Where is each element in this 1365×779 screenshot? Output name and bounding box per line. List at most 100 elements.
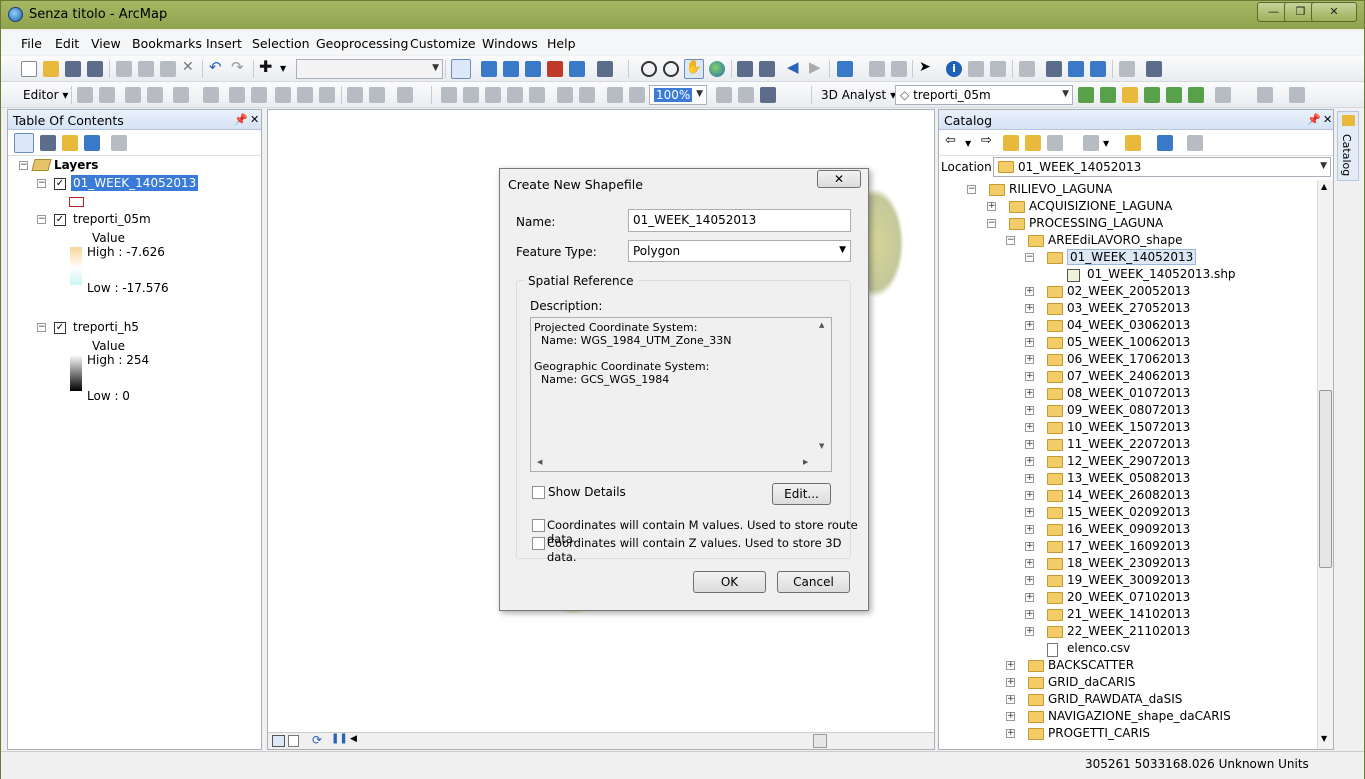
add-data-dropdown-icon[interactable]: ▼ [280, 64, 286, 73]
toggle-tree-icon[interactable] [1157, 135, 1173, 151]
dialog-close-button[interactable]: ✕ [817, 170, 861, 188]
add-data-icon[interactable]: ✚ [259, 57, 275, 76]
edit-button[interactable]: Edit... [772, 483, 831, 505]
go-to-xy-icon[interactable] [1090, 61, 1106, 77]
create-features-icon[interactable] [397, 87, 413, 103]
show-details-checkbox[interactable] [532, 486, 545, 499]
georef-icon-3[interactable] [485, 87, 501, 103]
expand-icon[interactable]: + [1025, 474, 1034, 483]
list-by-drawing-order-icon[interactable] [14, 133, 34, 153]
views-dropdown-icon[interactable]: ▼ [1103, 139, 1109, 148]
print-icon[interactable] [87, 61, 103, 77]
straight-segment-icon[interactable] [125, 87, 141, 103]
desc-scroll-up-icon[interactable]: ▲ [819, 321, 824, 329]
expand-icon[interactable]: + [1025, 457, 1034, 466]
ok-button[interactable]: OK [693, 571, 766, 593]
forward-arrow-icon[interactable]: ⇨ [981, 133, 997, 149]
expand-icon[interactable]: + [1025, 423, 1034, 432]
back-extent-icon[interactable]: ◀ [787, 58, 803, 76]
expand-icon[interactable]: + [1025, 610, 1034, 619]
close-icon[interactable]: ✕ [250, 113, 259, 126]
feature-type-select[interactable]: Polygon ▼ [628, 240, 851, 262]
hyperlink-icon[interactable] [968, 61, 984, 77]
close-icon[interactable]: ✕ [1323, 113, 1332, 126]
layout-view-icon[interactable] [288, 735, 299, 747]
select-pointer-icon[interactable]: ➤ [919, 59, 935, 75]
expand-icon[interactable]: − [1025, 253, 1034, 262]
menu-windows[interactable]: Windows [482, 36, 538, 51]
connect-folder-icon[interactable] [1047, 135, 1063, 151]
toc-icon[interactable] [481, 61, 497, 77]
model-builder-icon[interactable] [597, 61, 613, 77]
full-extent-globe-icon[interactable] [709, 61, 725, 77]
expand-icon[interactable]: + [1025, 440, 1034, 449]
catalog-side-tab[interactable]: Catalog [1337, 111, 1359, 181]
menu-customize[interactable]: Customize [410, 36, 476, 51]
catalog-item-label[interactable]: 01_WEEK_14052013.shp [1087, 267, 1236, 281]
location-combo[interactable]: 01_WEEK_14052013 ▼ [993, 157, 1331, 177]
menu-edit[interactable]: Edit [55, 36, 79, 51]
vertical-scrollbar[interactable]: ▲ ▼ [1317, 180, 1333, 749]
desc-scroll-down-icon[interactable]: ▼ [819, 442, 824, 450]
catalog-item-label[interactable]: 05_WEEK_10062013 [1067, 335, 1190, 349]
edit-tool-icon[interactable] [77, 87, 93, 103]
edit-vertices-icon[interactable] [229, 87, 245, 103]
identify-icon[interactable]: i [946, 61, 962, 77]
catalog-item-label[interactable]: 20_WEEK_07102013 [1067, 590, 1190, 604]
catalog-item-label[interactable]: RILIEVO_LAGUNA [1009, 182, 1112, 196]
catalog-item-label[interactable]: NAVIGAZIONE_shape_daCARIS [1048, 709, 1231, 723]
menu-bookmarks[interactable]: Bookmarks [132, 36, 202, 51]
zoom-in-icon[interactable] [641, 61, 657, 77]
expand-icon[interactable]: + [1025, 576, 1034, 585]
catalog-item-label[interactable]: 15_WEEK_02092013 [1067, 505, 1190, 519]
horizontal-scroll-thumb[interactable] [813, 734, 827, 748]
delete-icon[interactable]: ✕ [182, 59, 198, 75]
expand-icon[interactable]: + [1025, 542, 1034, 551]
expand-icon[interactable]: + [1025, 287, 1034, 296]
layer-name[interactable]: treporti_05m [73, 212, 151, 226]
zoom-percent-combo[interactable]: 100% ▼ [649, 85, 707, 105]
menu-geoprocessing[interactable]: Geoprocessing [316, 36, 408, 51]
search-window-icon[interactable] [525, 61, 541, 77]
layer-name[interactable]: 01_WEEK_14052013 [71, 175, 199, 191]
layout-icon-3[interactable] [760, 87, 776, 103]
expand-icon[interactable]: + [1025, 406, 1034, 415]
expand-icon[interactable]: + [1006, 729, 1015, 738]
sketch-properties-icon[interactable] [369, 87, 385, 103]
catalog-item-label[interactable]: 03_WEEK_27052013 [1067, 301, 1190, 315]
catalog-item-label[interactable]: GRID_RAWDATA_daSIS [1048, 692, 1182, 706]
arctoolbox-icon[interactable] [547, 61, 563, 77]
list-by-selection-icon[interactable] [84, 135, 100, 151]
paste-icon[interactable] [160, 61, 176, 77]
polygon-symbol[interactable] [69, 197, 84, 207]
close-window-button[interactable]: ✕ [1311, 2, 1357, 22]
fixed-zoom-in-icon[interactable] [737, 61, 753, 77]
expand-icon[interactable]: + [1006, 661, 1015, 670]
cut-icon[interactable] [116, 61, 132, 77]
catalog-item-label[interactable]: 07_WEEK_24062013 [1067, 369, 1190, 383]
expand-icon[interactable]: + [1006, 678, 1015, 687]
georef-icon-9[interactable] [629, 87, 645, 103]
arcglobe-icon[interactable] [1289, 87, 1305, 103]
steepest-path-icon[interactable] [1100, 87, 1116, 103]
vertical-scroll-thumb[interactable] [1319, 390, 1332, 568]
create-viewer-icon[interactable] [1146, 61, 1162, 77]
find-binoculars-icon[interactable] [1046, 61, 1062, 77]
georef-icon-2[interactable] [463, 87, 479, 103]
catalog-item-label[interactable]: AREEdiLAVORO_shape [1048, 233, 1183, 247]
expand-icon[interactable]: − [37, 179, 46, 188]
expand-icon[interactable]: + [1025, 304, 1034, 313]
menu-file[interactable]: File [21, 36, 42, 51]
catalog-item-label[interactable]: PROCESSING_LAGUNA [1029, 216, 1163, 230]
layer-name[interactable]: treporti_h5 [73, 320, 139, 334]
map-scale-combo[interactable]: ▼ [296, 59, 443, 79]
catalog-item-label[interactable]: elenco.csv [1067, 641, 1130, 655]
menu-view[interactable]: View [91, 36, 121, 51]
expand-icon[interactable]: − [967, 185, 976, 194]
undo-icon[interactable]: ↶ [209, 58, 225, 76]
html-popup-icon[interactable] [990, 61, 1006, 77]
expand-icon[interactable]: − [19, 161, 28, 170]
catalog-item-label[interactable]: 09_WEEK_08072013 [1067, 403, 1190, 417]
catalog-item-label[interactable]: 04_WEEK_03062013 [1067, 318, 1190, 332]
georef-icon-5[interactable] [529, 87, 545, 103]
